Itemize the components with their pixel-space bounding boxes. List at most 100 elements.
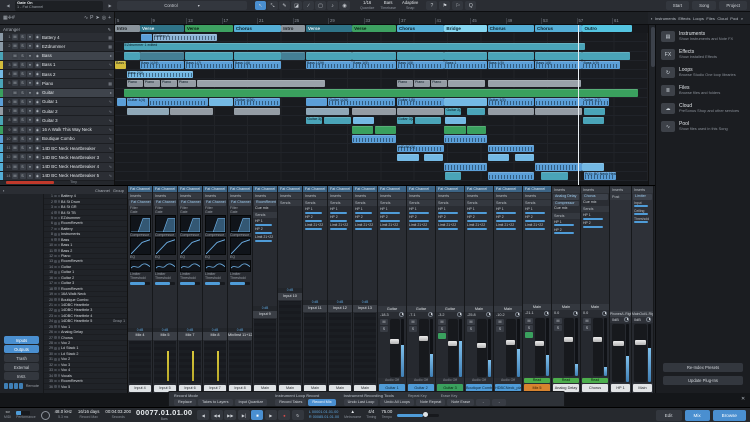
track-header[interactable]: 3 M S ● ◉ Bass 1 ∿ [0,61,114,70]
mute-button[interactable]: M [12,145,18,151]
eq-graph[interactable] [155,260,176,272]
strip-bus-label[interactable]: Input 10 [278,293,302,301]
record-arm-button[interactable]: ● [27,90,33,96]
volume-fader[interactable] [593,318,603,376]
channel-solo-dot[interactable] [58,211,61,214]
transport-button[interactable]: ↻ [292,410,304,420]
search-icon[interactable]: ⌕ [741,16,743,21]
channel-mute-dot[interactable] [54,255,57,258]
tool-button[interactable]: ⤡ [267,1,278,10]
fat-channel-header[interactable]: Fat Channel [203,186,227,192]
volume-fader[interactable] [390,319,400,377]
track-name[interactable]: Bass [42,53,108,58]
clip[interactable] [535,163,582,171]
mute-button[interactable]: M [525,318,533,324]
page-button[interactable]: Start [666,1,689,10]
volume-fader[interactable] [612,324,625,382]
channel-mute-dot[interactable] [54,222,57,225]
channel-mute-dot[interactable] [54,200,57,203]
record-arm-button[interactable]: ● [27,164,33,170]
section-marker[interactable]: Verse [306,25,352,32]
cue-mix-label[interactable]: Cue mix [253,206,277,212]
clip[interactable]: Bass 1(9) [582,61,619,69]
clip[interactable] [467,108,485,116]
compressor-graph[interactable] [130,237,151,255]
pan-value[interactable]: -10.2 [496,313,505,317]
channel-solo-dot[interactable] [58,244,61,247]
clip[interactable] [281,52,305,60]
lock-icon[interactable]: ▪ [651,16,652,21]
plugin-next-icon[interactable]: ▶ [105,3,115,8]
channel-solo-dot[interactable] [58,228,61,231]
clip[interactable] [124,89,639,97]
strip-bus-label[interactable]: Mix 7 [178,332,202,340]
browser-item[interactable]: ↻ Loops Browse Studio One loop libraries [661,67,745,78]
clip[interactable] [444,163,487,171]
pan-value[interactable]: -18.3 [380,313,389,317]
channel-solo-dot[interactable] [58,249,61,252]
clip[interactable]: Bass 2(3) [127,71,194,79]
channel-solo-dot[interactable] [58,287,61,290]
mute-button[interactable]: M [12,62,18,68]
record-arm-button[interactable]: ● [27,173,33,179]
channel-solo-dot[interactable] [58,358,61,361]
mixer-strip[interactable]: Fat Channel Inserts Sends HP 1HP 2Limit … [378,186,407,393]
monitor-button[interactable]: ◉ [35,53,41,59]
plugin-prev-icon[interactable]: ◀ [3,3,13,8]
send-slot[interactable]: Limit 21+22 [328,222,352,230]
clip[interactable]: Bass 1(5) [352,61,396,69]
strip-bus-label[interactable]: Mix/Inst 11+12 [228,332,252,340]
channel-mute-dot[interactable] [54,298,57,301]
clip[interactable] [306,98,327,106]
track-name[interactable]: Guitar 1 [42,99,107,104]
toolbar-icon[interactable]: ⚐ [452,1,463,10]
section-marker[interactable]: Chorus [397,25,444,32]
fat-channel-header[interactable]: Fat Channel [153,186,177,192]
mute-button[interactable]: M [12,154,18,160]
track-header[interactable]: 11 M S ● ◉ 14D BC Neck Heartbreaker ∿ [0,144,114,153]
channel-mute-dot[interactable] [54,244,57,247]
clip[interactable] [535,98,582,106]
channel-mute-dot[interactable] [54,353,57,356]
fat-channel-header[interactable]: Fat Channel [328,186,352,192]
transport-button[interactable]: ▶ [265,410,277,420]
gate-graph[interactable] [180,215,201,233]
pan-knob[interactable] [624,317,629,322]
pan-value[interactable]: -3.2 [438,313,445,317]
track-header[interactable]: 12 M S ● ◉ 14D BC Neck Heartbreaker 3 ∿ [0,153,114,162]
monitor-button[interactable]: ◉ [35,173,41,179]
clip[interactable]: P(4): BC Neck Heartbreaker [584,172,616,180]
volume-fader[interactable] [564,318,574,376]
key-dropdown[interactable]: - [476,399,490,406]
solo-button[interactable]: S [438,326,446,332]
monitor-button[interactable]: ◉ [35,136,41,142]
mute-button[interactable]: M [554,318,562,324]
track-header[interactable]: 9 M S ● ◉ 16 A Walk This Way Neck ∿ [0,126,114,135]
pan-knob[interactable] [573,311,578,316]
track-header[interactable]: 4 M S ● ◉ Bass 2 ∿ [0,70,114,79]
mute-button[interactable]: M [12,164,18,170]
solo-button[interactable]: S [409,326,417,332]
mute-button[interactable]: M [12,108,18,114]
solo-button[interactable]: S [20,127,26,133]
send-slot[interactable]: HP 2 [581,220,609,228]
mixer-strip[interactable]: Inserts Post Phones/L.Right 0dB HP 1 [610,186,632,393]
console-icon[interactable] [4,383,8,389]
clip[interactable] [127,108,170,116]
pan-knob[interactable] [544,311,549,316]
automation-read-tag[interactable]: Read [524,378,550,384]
solo-button[interactable]: S [20,71,26,77]
fader-cap[interactable] [613,341,625,346]
horizontal-scrollbar[interactable] [6,181,54,184]
section-marker[interactable]: Outro [582,25,632,32]
track-name[interactable]: Piano [42,81,107,86]
clip[interactable] [541,172,568,180]
clip[interactable] [170,108,213,116]
cue-mix-label[interactable]: Cue mix [581,200,609,206]
send-slot[interactable]: HP 2 [303,214,327,222]
mute-button[interactable]: M [12,136,18,142]
clip[interactable] [375,126,396,134]
clip[interactable]: Guitar 1(26) [328,98,395,106]
clip[interactable] [444,135,487,143]
fat-channel-header[interactable]: Fat Channel [465,186,493,192]
